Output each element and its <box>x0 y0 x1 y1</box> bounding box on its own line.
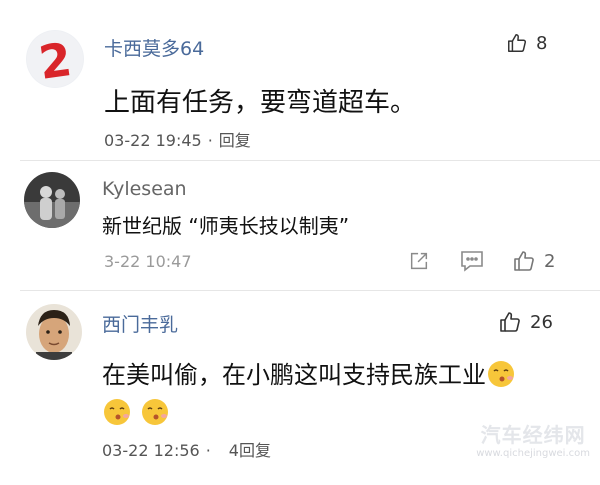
timestamp: 03-22 19:45 <box>104 131 202 150</box>
like-count: 26 <box>530 311 553 333</box>
username[interactable]: 西门丰乳 <box>102 310 178 337</box>
watermark: 汽车经纬网 www.qichejingwei.com <box>476 419 590 459</box>
reply-link[interactable]: 回复 <box>219 131 251 150</box>
reply-link[interactable]: 4回复 <box>229 441 271 460</box>
comment-meta: 03-22 19:45 · 回复 <box>104 127 251 151</box>
thumbs-up-icon <box>500 312 520 332</box>
avatar[interactable]: 2 <box>26 30 84 88</box>
watermark-url: www.qichejingwei.com <box>476 448 590 459</box>
avatar[interactable] <box>24 172 80 228</box>
comment-1: 2 卡西莫多64 8 上面有任务，要弯道超车。 03-22 19:45 · 回复 <box>0 0 600 160</box>
avatar[interactable] <box>26 304 82 360</box>
share-button[interactable] <box>408 250 430 276</box>
username[interactable]: 卡西莫多64 <box>104 34 204 61</box>
comment-text: 新世纪版 “师夷长技以制夷” <box>102 214 350 238</box>
smirk-emoji-icon <box>104 399 130 425</box>
smirk-emoji-icon <box>488 361 514 387</box>
like-button[interactable]: 2 <box>512 249 555 273</box>
like-button[interactable]: 8 <box>506 32 547 54</box>
smirk-emoji-icon <box>142 399 168 425</box>
timestamp: 03-22 12:56 <box>102 441 200 460</box>
comment-text-body: 在美叫偷，在小鹏这叫支持民族工业 <box>102 361 486 389</box>
share-icon <box>410 252 428 270</box>
separator: · <box>205 441 211 460</box>
like-count: 2 <box>544 250 556 272</box>
comment-2: Kylesean 新世纪版 “师夷长技以制夷” 3-22 10:47 2 <box>0 160 600 290</box>
comment-text: 上面有任务，要弯道超车。 <box>104 88 417 118</box>
comment-button[interactable] <box>460 250 484 276</box>
thumbs-up-icon <box>508 34 527 52</box>
thumbs-up-icon <box>514 251 534 271</box>
like-count: 8 <box>536 32 548 54</box>
timestamp: 3-22 10:47 <box>104 252 192 271</box>
comment-icon <box>461 251 483 272</box>
username[interactable]: Kylesean <box>102 178 187 200</box>
comment-meta: 03-22 12:56 · 4回复 <box>102 437 271 461</box>
watermark-title: 汽车经纬网 <box>480 423 586 447</box>
separator: · <box>207 131 213 150</box>
like-button[interactable]: 26 <box>498 310 553 334</box>
